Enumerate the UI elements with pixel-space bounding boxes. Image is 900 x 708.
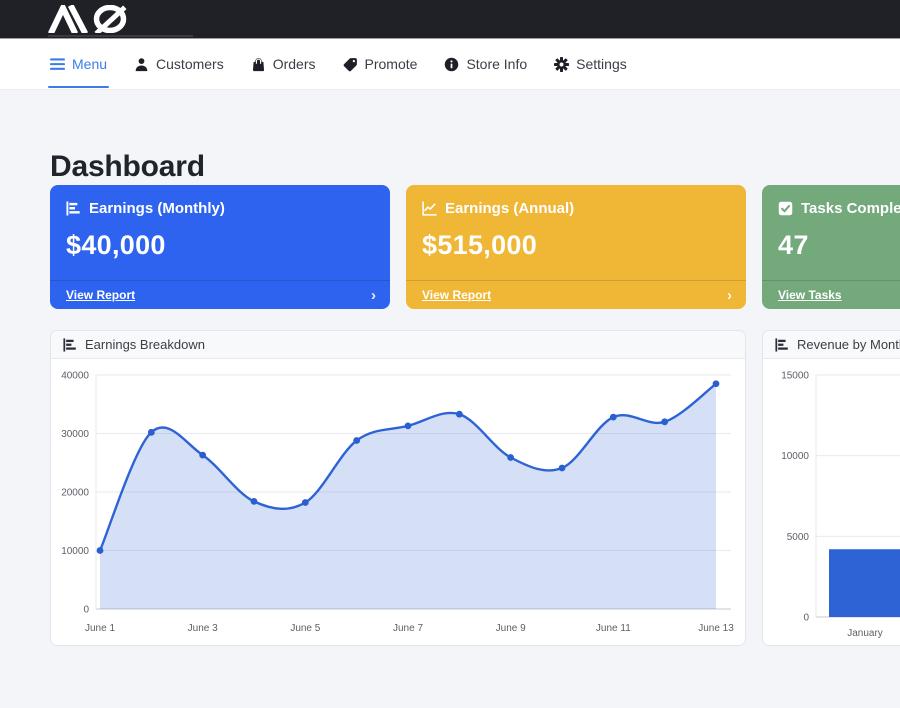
chart-panels-row: Earnings Breakdown 0 10000 20000 30000 40000…	[50, 330, 900, 646]
main-navbar: Menu Customers Orders Promote Store Info	[0, 39, 900, 90]
svg-text:June 7: June 7	[393, 623, 423, 634]
bar-chart-icon	[63, 338, 77, 352]
svg-text:20000: 20000	[61, 488, 89, 499]
earnings-breakdown-chart[interactable]: 0 10000 20000 30000 40000 June 1 June 3 June 5 J…	[51, 359, 745, 645]
svg-text:June 13: June 13	[698, 623, 734, 634]
view-report-link[interactable]: View Report	[422, 288, 491, 302]
svg-text:June 5: June 5	[290, 623, 320, 634]
card-tasks-completed: Tasks Completed 47 View Tasks ›	[762, 185, 900, 309]
card-title: Earnings (Monthly)	[89, 200, 225, 217]
panel-title: Revenue by Month	[797, 337, 900, 352]
panel-body: 0 5000 10000 15000 January	[763, 359, 900, 645]
view-report-link[interactable]: View Report	[66, 288, 135, 302]
card-title-row: Earnings (Annual)	[422, 200, 730, 217]
card-footer: View Tasks ›	[762, 280, 900, 309]
card-title: Tasks Completed	[801, 200, 900, 217]
svg-text:5000: 5000	[787, 532, 810, 543]
nav-label: Menu	[72, 56, 107, 72]
panel-body: 0 10000 20000 30000 40000 June 1 June 3 June 5 J…	[51, 359, 745, 645]
card-earnings-annual: Earnings (Annual) $515,000 View Report ›	[406, 185, 746, 309]
card-value: $40,000	[66, 230, 374, 261]
svg-text:10000: 10000	[61, 546, 89, 557]
nav-label: Settings	[576, 56, 627, 72]
nav-label: Promote	[365, 56, 418, 72]
svg-text:15000: 15000	[781, 371, 809, 382]
revenue-by-month-chart[interactable]: 0 5000 10000 15000 January	[763, 359, 900, 645]
summary-cards-row: Earnings (Monthly) $40,000 View Report ›…	[50, 185, 900, 309]
nav-label: Store Info	[466, 56, 527, 72]
svg-text:0: 0	[803, 613, 809, 624]
card-body: Tasks Completed 47	[762, 185, 900, 280]
check-square-icon	[778, 201, 793, 216]
brand-logo[interactable]	[48, 5, 134, 33]
chevron-right-icon: ›	[371, 288, 376, 303]
bag-icon	[251, 57, 266, 72]
svg-text:June 1: June 1	[85, 623, 115, 634]
card-body: Earnings (Monthly) $40,000	[50, 185, 390, 280]
panel-title: Earnings Breakdown	[85, 337, 205, 352]
panel-earnings-breakdown: Earnings Breakdown 0 10000 20000 30000 40000…	[50, 330, 746, 646]
info-circle-icon	[444, 57, 459, 72]
card-value: $515,000	[422, 230, 730, 261]
nav-item-store-info[interactable]: Store Info	[442, 39, 529, 89]
svg-text:0: 0	[83, 605, 89, 616]
nav-item-settings[interactable]: Settings	[552, 39, 629, 89]
panel-header: Revenue by Month	[763, 331, 900, 359]
bar-chart-icon	[66, 201, 81, 216]
page-title: Dashboard	[50, 149, 900, 185]
nav-item-customers[interactable]: Customers	[132, 39, 226, 89]
svg-text:June 11: June 11	[596, 623, 631, 634]
chevron-right-icon: ›	[727, 288, 732, 303]
nav-item-promote[interactable]: Promote	[341, 39, 420, 89]
topbar	[0, 0, 900, 39]
svg-text:30000: 30000	[61, 429, 89, 440]
bar-chart-icon	[775, 338, 789, 352]
logo-underline	[48, 35, 193, 37]
nav-label: Customers	[156, 56, 224, 72]
svg-text:January: January	[847, 628, 883, 639]
view-tasks-link[interactable]: View Tasks	[778, 288, 842, 302]
panel-revenue-by-month: Revenue by Month 0 5000 10000 15000 January	[762, 330, 900, 646]
panel-header: Earnings Breakdown	[51, 331, 745, 359]
card-footer: View Report ›	[406, 280, 746, 309]
gear-icon	[554, 57, 569, 72]
main-content: Dashboard Earnings (Monthly) $40,000 Vie…	[0, 149, 900, 646]
svg-text:10000: 10000	[781, 451, 809, 462]
person-icon	[134, 57, 149, 72]
hamburger-icon	[50, 57, 65, 71]
card-title-row: Earnings (Monthly)	[66, 200, 374, 217]
nav-item-orders[interactable]: Orders	[249, 39, 318, 89]
svg-text:June 9: June 9	[496, 623, 526, 634]
logo-icon	[48, 5, 134, 33]
card-earnings-monthly: Earnings (Monthly) $40,000 View Report ›	[50, 185, 390, 309]
card-footer: View Report ›	[50, 280, 390, 309]
card-title: Earnings (Annual)	[445, 200, 574, 217]
svg-text:June 3: June 3	[188, 623, 218, 634]
nav-label: Orders	[273, 56, 316, 72]
svg-text:40000: 40000	[61, 371, 89, 382]
line-chart-icon	[422, 201, 437, 216]
card-value: 47	[778, 230, 900, 261]
card-title-row: Tasks Completed	[778, 200, 900, 217]
tag-icon	[343, 57, 358, 72]
card-body: Earnings (Annual) $515,000	[406, 185, 746, 280]
nav-item-menu[interactable]: Menu	[48, 39, 109, 89]
